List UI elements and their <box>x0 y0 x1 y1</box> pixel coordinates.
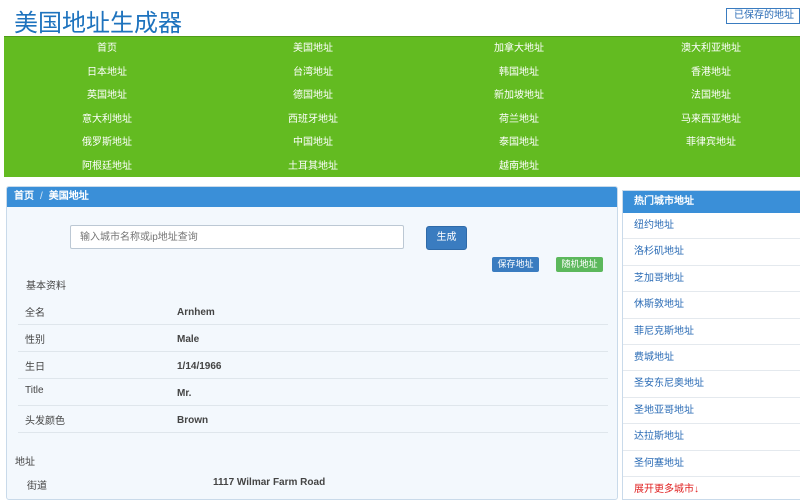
nav-item-uk[interactable]: 英国地址 <box>4 84 210 108</box>
nav-item-australia[interactable]: 澳大利亚地址 <box>622 37 800 61</box>
site-header: 美国地址生成器 已保存的地址 <box>0 0 800 38</box>
info-value: 1/14/1966 <box>177 361 222 372</box>
city-link-san-jose[interactable]: 圣何塞地址 <box>623 451 800 477</box>
breadcrumb-separator: / <box>40 191 43 202</box>
info-value: Arnhem <box>177 307 215 318</box>
nav-item-russia[interactable]: 俄罗斯地址 <box>4 131 210 155</box>
city-link-phoenix[interactable]: 菲尼克斯地址 <box>623 319 800 345</box>
city-link-dallas[interactable]: 达拉斯地址 <box>623 424 800 451</box>
info-label: 头发颜色 <box>25 416 65 427</box>
breadcrumb-home[interactable]: 首页 <box>14 191 34 202</box>
street-label: 街道 <box>27 481 47 492</box>
info-value: Male <box>177 334 200 345</box>
nav-item-vietnam[interactable]: 越南地址 <box>416 155 622 179</box>
random-address-button[interactable]: 随机地址 <box>556 257 603 272</box>
nav-item-spain[interactable]: 西班牙地址 <box>210 108 416 132</box>
nav-item-philippines[interactable]: 菲律宾地址 <box>622 131 800 155</box>
info-label: Title <box>25 385 44 396</box>
nav-item-argentina[interactable]: 阿根廷地址 <box>4 155 210 179</box>
nav-item-japan[interactable]: 日本地址 <box>4 61 210 85</box>
city-link-san-antonio[interactable]: 圣安东尼奥地址 <box>623 371 800 398</box>
city-link-chicago[interactable]: 芝加哥地址 <box>623 266 800 293</box>
nav-item-italy[interactable]: 意大利地址 <box>4 108 210 132</box>
info-value: Brown <box>177 415 209 426</box>
info-row-fullname: 全名 Arnhem <box>18 298 608 325</box>
info-row-gender: 性别 Male <box>18 325 608 352</box>
nav-item-korea[interactable]: 韩国地址 <box>416 61 622 85</box>
nav-item-singapore[interactable]: 新加坡地址 <box>416 84 622 108</box>
address-heading: 地址 <box>15 457 35 468</box>
nav-item-canada[interactable]: 加拿大地址 <box>416 37 622 61</box>
info-row-title: Title Mr. <box>18 379 608 406</box>
country-nav: 首页 美国地址 加拿大地址 澳大利亚地址 日本地址 台湾地址 韩国地址 香港地址… <box>4 36 800 177</box>
nav-item-malaysia[interactable]: 马来西亚地址 <box>622 108 800 132</box>
nav-item-china[interactable]: 中国地址 <box>210 131 416 155</box>
saved-addresses-link[interactable]: 已保存的地址 <box>726 8 800 24</box>
info-label: 性别 <box>25 335 45 346</box>
info-row-birthday: 生日 1/14/1966 <box>18 352 608 379</box>
nav-item-home[interactable]: 首页 <box>4 37 210 61</box>
nav-item-france[interactable]: 法国地址 <box>622 84 800 108</box>
city-link-new-york[interactable]: 纽约地址 <box>623 213 800 240</box>
save-address-button[interactable]: 保存地址 <box>492 257 539 272</box>
city-ip-search-input[interactable] <box>70 225 404 249</box>
nav-item-taiwan[interactable]: 台湾地址 <box>210 61 416 85</box>
basic-info-heading: 基本资料 <box>26 281 66 292</box>
nav-item-hongkong[interactable]: 香港地址 <box>622 61 800 85</box>
popular-cities-heading: 热门城市地址 <box>623 191 800 213</box>
info-value: Mr. <box>177 388 192 399</box>
city-link-los-angeles[interactable]: 洛杉矶地址 <box>623 239 800 266</box>
popular-cities-panel: 热门城市地址 纽约地址 洛杉矶地址 芝加哥地址 休斯敦地址 菲尼克斯地址 费城地… <box>622 190 800 500</box>
breadcrumb: 首页 / 美国地址 <box>7 187 617 207</box>
city-link-houston[interactable]: 休斯敦地址 <box>623 292 800 319</box>
nav-item-netherlands[interactable]: 荷兰地址 <box>416 108 622 132</box>
expand-more-cities-link[interactable]: 展开更多城市↓ <box>623 477 800 499</box>
info-label: 全名 <box>25 308 45 319</box>
nav-item-germany[interactable]: 德国地址 <box>210 84 416 108</box>
breadcrumb-current: 美国地址 <box>48 191 89 202</box>
site-title[interactable]: 美国地址生成器 <box>14 3 182 38</box>
city-link-san-diego[interactable]: 圣地亚哥地址 <box>623 398 800 425</box>
street-value: 1117 Wilmar Farm Road <box>213 477 326 488</box>
city-link-philadelphia[interactable]: 费城地址 <box>623 345 800 372</box>
nav-item-usa[interactable]: 美国地址 <box>210 37 416 61</box>
info-label: 生日 <box>25 362 45 373</box>
nav-item-turkey[interactable]: 土耳其地址 <box>210 155 416 179</box>
info-row-street: 街道 1117 Wilmar Farm Road <box>18 469 608 493</box>
info-row-hair-color: 头发颜色 Brown <box>18 406 608 433</box>
generator-panel: 首页 / 美国地址 生成 保存地址 随机地址 基本资料 全名 Arnhem 性别 M… <box>6 186 618 500</box>
generate-button[interactable]: 生成 <box>426 226 467 250</box>
nav-item-thailand[interactable]: 泰国地址 <box>416 131 622 155</box>
